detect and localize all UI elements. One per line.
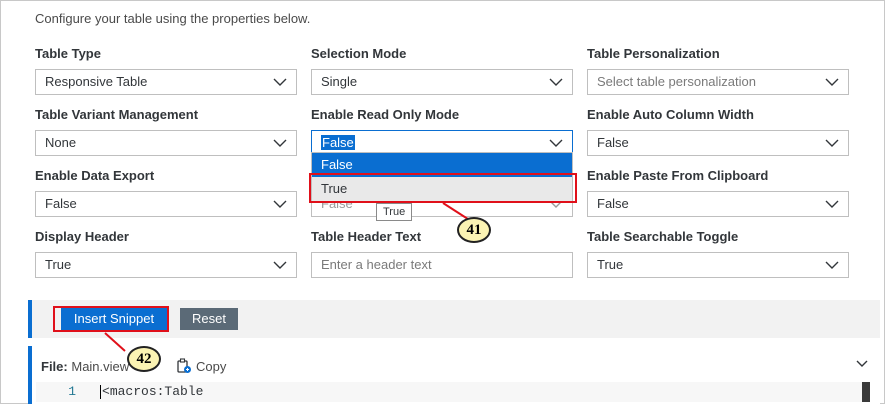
- table-searchable-toggle-label: Table Searchable Toggle: [587, 229, 739, 244]
- table-type-field: Table Type Responsive Table: [35, 45, 297, 95]
- table-type-value: Responsive Table: [45, 74, 148, 89]
- text-caret: [100, 384, 101, 399]
- table-variant-management-select[interactable]: None: [35, 130, 297, 156]
- callout-41: 41: [457, 217, 491, 243]
- file-prefix: File:: [41, 359, 68, 374]
- table-header-text-field: Table Header Text Enter a header text: [311, 228, 573, 278]
- intro-text: Configure your table using the propertie…: [35, 11, 311, 26]
- table-variant-management-label: Table Variant Management: [35, 107, 199, 122]
- enable-auto-column-width-value: False: [597, 135, 629, 150]
- table-type-label: Table Type: [35, 46, 101, 61]
- table-type-select[interactable]: Responsive Table: [35, 69, 297, 95]
- selection-mode-select[interactable]: Single: [311, 69, 573, 95]
- enable-paste-from-clipboard-field: Enable Paste From Clipboard False: [587, 167, 849, 217]
- enable-auto-column-width-field: Enable Auto Column Width False: [587, 106, 849, 156]
- code-line: 1 <macros:Table: [36, 382, 866, 402]
- table-header-text-placeholder: Enter a header text: [321, 257, 432, 272]
- enable-auto-column-width-select[interactable]: False: [587, 130, 849, 156]
- insert-button-highlight: [53, 306, 169, 332]
- enable-read-only-mode-label: Enable Read Only Mode: [311, 107, 460, 122]
- display-header-field: Display Header True: [35, 228, 297, 278]
- table-searchable-toggle-select[interactable]: True: [587, 252, 849, 278]
- copy-icon: [177, 358, 191, 373]
- chevron-down-icon: [825, 261, 839, 269]
- enable-read-only-mode-field: Enable Read Only Mode False: [311, 106, 573, 156]
- enable-data-export-select[interactable]: False: [35, 191, 297, 217]
- code-scrollbar[interactable]: [862, 382, 870, 402]
- code-text: <macros:Table: [102, 384, 204, 399]
- chevron-down-icon: [825, 78, 839, 86]
- enable-paste-from-clipboard-value: False: [597, 196, 629, 211]
- table-personalization-placeholder: Select table personalization: [597, 74, 756, 89]
- copy-label: Copy: [196, 358, 227, 374]
- callout-42: 42: [127, 346, 161, 372]
- selection-mode-field: Selection Mode Single: [311, 45, 573, 95]
- enable-data-export-value: False: [45, 196, 77, 211]
- enable-data-export-field: Enable Data Export False: [35, 167, 297, 217]
- line-number: 1: [68, 384, 76, 399]
- callout-leader-line: [104, 332, 126, 352]
- table-personalization-label: Table Personalization: [587, 46, 720, 61]
- chevron-down-icon: [273, 139, 287, 147]
- chevron-down-icon: [273, 261, 287, 269]
- display-header-select[interactable]: True: [35, 252, 297, 278]
- selection-mode-label: Selection Mode: [311, 46, 407, 61]
- code-text-content: macros:Table: [109, 384, 204, 399]
- enable-data-export-label: Enable Data Export: [35, 168, 155, 183]
- selection-mode-value: Single: [321, 74, 358, 89]
- enable-read-only-mode-value: False: [321, 135, 355, 150]
- file-label: File: Main.view: [41, 359, 129, 374]
- chevron-down-icon: [825, 139, 839, 147]
- chevron-down-icon: [825, 200, 839, 208]
- chevron-down-icon: [549, 139, 563, 147]
- table-header-text-input[interactable]: Enter a header text: [311, 252, 573, 278]
- table-variant-management-value: None: [45, 135, 77, 150]
- table-searchable-toggle-value: True: [597, 257, 624, 272]
- table-personalization-select[interactable]: Select table personalization: [587, 69, 849, 95]
- option-tooltip: True: [376, 203, 413, 221]
- app-frame: Configure your table using the propertie…: [0, 0, 885, 404]
- table-personalization-field: Table Personalization Select table perso…: [587, 45, 849, 95]
- table-header-text-label: Table Header Text: [311, 229, 422, 244]
- display-header-value: True: [45, 257, 72, 272]
- chevron-down-icon[interactable]: [856, 360, 868, 368]
- chevron-down-icon: [549, 78, 563, 86]
- reset-button[interactable]: Reset: [180, 308, 238, 330]
- copy-button[interactable]: Copy: [176, 358, 226, 374]
- table-variant-management-field: Table Variant Management None: [35, 106, 297, 156]
- chevron-down-icon: [273, 200, 287, 208]
- display-header-label: Display Header: [35, 229, 129, 244]
- dropdown-option-highlight: [309, 173, 577, 203]
- table-searchable-toggle-field: Table Searchable Toggle True: [587, 228, 849, 278]
- enable-paste-from-clipboard-label: Enable Paste From Clipboard: [587, 168, 769, 183]
- enable-auto-column-width-label: Enable Auto Column Width: [587, 107, 754, 122]
- chevron-down-icon: [273, 78, 287, 86]
- file-name: Main.view: [71, 359, 130, 374]
- enable-paste-from-clipboard-select[interactable]: False: [587, 191, 849, 217]
